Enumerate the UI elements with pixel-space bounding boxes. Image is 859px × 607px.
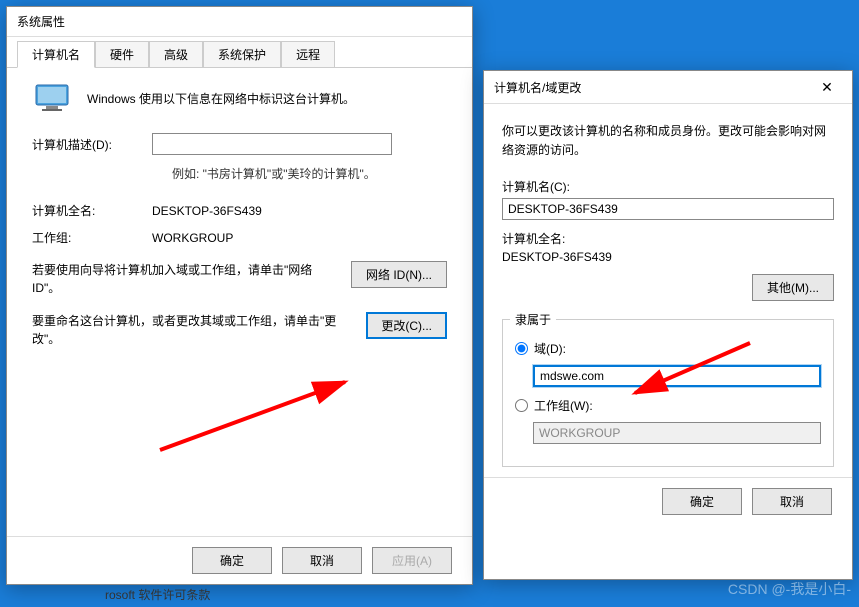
change-block: 要重命名这台计算机，或者更改其域或工作组，请单击"更改"。 更改(C)... [32,312,447,348]
tab-system-protection[interactable]: 系统保护 [203,41,281,68]
tab-remote[interactable]: 远程 [281,41,335,68]
description-label: 计算机描述(D): [32,136,152,153]
netid-block: 若要使用向导将计算机加入域或工作组，请单击"网络 ID"。 网络 ID(N)..… [32,261,447,297]
dialog-footer: 确定 取消 [484,477,852,525]
titlebar[interactable]: 计算机名/域更改 ✕ [484,71,852,104]
domain-radio-label: 域(D): [534,340,566,357]
other-button[interactable]: 其他(M)... [752,274,834,301]
other-row: 其他(M)... [502,274,834,301]
cancel-button[interactable]: 取消 [752,488,832,515]
computer-name-label: 计算机名(C): [502,178,834,195]
workgroup-label: 工作组: [32,229,152,246]
tab-advanced[interactable]: 高级 [149,41,203,68]
tab-computer-name[interactable]: 计算机名 [17,41,95,68]
ok-button[interactable]: 确定 [662,488,742,515]
ok-button[interactable]: 确定 [192,547,272,574]
network-id-button[interactable]: 网络 ID(N)... [351,261,447,288]
tabstrip: 计算机名 硬件 高级 系统保护 远程 [7,41,472,68]
description-input[interactable] [152,133,392,155]
explanation-text: 你可以更改该计算机的名称和成员身份。更改可能会影响对网络资源的访问。 [502,122,834,160]
window-title: 计算机名/域更改 [494,79,812,96]
netid-text: 若要使用向导将计算机加入域或工作组，请单击"网络 ID"。 [32,261,331,297]
domain-radio-row: 域(D): [515,340,821,357]
close-icon[interactable]: ✕ [812,77,842,97]
workgroup-input [533,422,821,444]
watermark: CSDN @-我是小白- [728,579,851,599]
domain-input[interactable] [533,365,821,387]
intro-text: Windows 使用以下信息在网络中标识这台计算机。 [87,90,355,107]
change-text: 要重命名这台计算机，或者更改其域或工作组，请单击"更改"。 [32,312,346,348]
computer-icon [32,83,72,113]
workgroup-radio[interactable] [515,399,528,412]
cancel-button[interactable]: 取消 [282,547,362,574]
description-example: 例如: "书房计算机"或"美玲的计算机"。 [172,165,447,182]
description-row: 计算机描述(D): [32,133,447,155]
workgroup-radio-label: 工作组(W): [534,397,593,414]
workgroup-value: WORKGROUP [152,231,233,245]
dialog-footer: 确定 取消 应用(A) [7,536,472,584]
dialog-body: 你可以更改该计算机的名称和成员身份。更改可能会影响对网络资源的访问。 计算机名(… [484,104,852,477]
domain-change-dialog: 计算机名/域更改 ✕ 你可以更改该计算机的名称和成员身份。更改可能会影响对网络资… [483,70,853,580]
tab-hardware[interactable]: 硬件 [95,41,149,68]
fullname-value: DESKTOP-36FS439 [152,204,262,218]
apply-button[interactable]: 应用(A) [372,547,452,574]
workgroup-row: 工作组: WORKGROUP [32,229,447,246]
panel: Windows 使用以下信息在网络中标识这台计算机。 计算机描述(D): 例如:… [7,68,472,378]
fullname-row: 计算机全名: DESKTOP-36FS439 [32,202,447,219]
member-of-legend: 隶属于 [510,311,556,328]
change-button[interactable]: 更改(C)... [366,312,447,339]
titlebar[interactable]: 系统属性 [7,7,472,37]
member-of-fieldset: 隶属于 域(D): 工作组(W): [502,311,834,467]
workgroup-radio-row: 工作组(W): [515,397,821,414]
fullname-label: 计算机全名: [32,202,152,219]
intro-row: Windows 使用以下信息在网络中标识这台计算机。 [32,83,447,113]
system-properties-dialog: 系统属性 计算机名 硬件 高级 系统保护 远程 Windows 使用以下信息在网… [6,6,473,585]
domain-radio[interactable] [515,342,528,355]
bottom-text-fragment: rosoft 软件许可条款 [105,586,210,603]
computer-name-input[interactable] [502,198,834,220]
window-title: 系统属性 [17,13,462,30]
fullname-label: 计算机全名: [502,230,834,247]
fullname-value: DESKTOP-36FS439 [502,250,834,264]
